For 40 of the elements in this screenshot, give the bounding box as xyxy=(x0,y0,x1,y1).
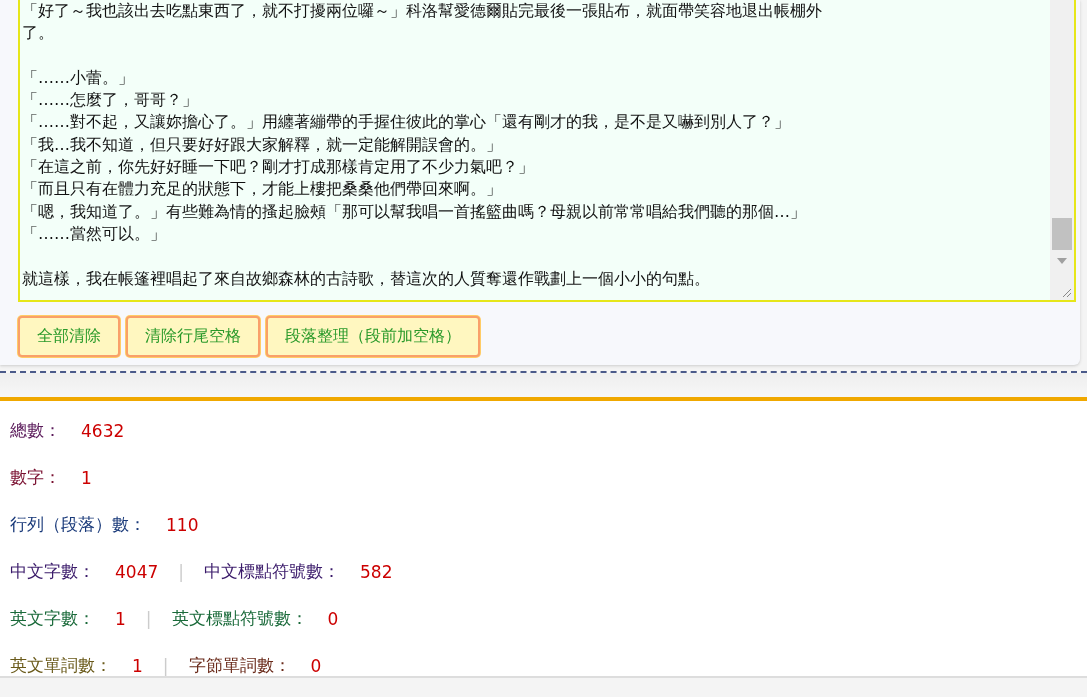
stat-label: 英文字數： xyxy=(10,607,95,630)
stat-value: 1 xyxy=(115,608,126,629)
text-line: 「嗯，我知道了。」有些難為情的搔起臉頰「那可以幫我唱一首搖籃曲嗎？母親以前常常唱給我們聽的那個…」 xyxy=(22,200,807,223)
text-line: 「在這之前，你先好好睡一下吧？剛才打成那樣肯定用了不少力氣吧？」 xyxy=(22,156,535,179)
separator: | xyxy=(145,608,152,629)
stat-label: 總數： xyxy=(10,419,61,442)
separator: | xyxy=(178,561,184,582)
stat-value: 1 xyxy=(81,467,92,488)
stat-value: 110 xyxy=(166,514,199,535)
scrollbar[interactable] xyxy=(1050,0,1074,300)
stat-label: 中文標點符號數： xyxy=(204,560,340,583)
stat-value: 4632 xyxy=(81,420,125,441)
stat-label: 數字： xyxy=(10,466,61,489)
text-area[interactable] xyxy=(18,0,1076,302)
separator: | xyxy=(162,655,169,676)
action-button[interactable]: 全部清除 xyxy=(18,316,120,357)
stat-label: 英文單詞數： xyxy=(10,654,112,677)
text-line: 「好了～我也該出去吃點東西了，就不打擾兩位囉～」科洛幫愛德爾貼完最後一張貼布，就面帶笑容地退出帳棚外 xyxy=(22,0,823,22)
stat-value: 0 xyxy=(310,655,322,676)
stat-label: 字節單詞數： xyxy=(188,654,291,677)
text-line: 「……對不起，又讓妳擔心了。」用纏著繃帶的手握住彼此的掌心「還有剛才的我，是不是又嚇到別人了？」 xyxy=(22,111,791,134)
stat-label: 行列（段落）數： xyxy=(10,513,146,536)
stat-value: 4047 xyxy=(115,561,159,582)
text-line: 就這樣，我在帳篷裡唱起了來自故鄉森林的古詩歌，替這次的人質奪還作戰劃上一個小小的句點。 xyxy=(22,267,711,290)
scrollbar-thumb[interactable] xyxy=(1052,218,1072,250)
stat-label: 英文標點符號數： xyxy=(171,607,308,630)
scroll-down-arrow-icon[interactable] xyxy=(1057,258,1067,264)
stat-value: 582 xyxy=(360,561,393,582)
action-button[interactable]: 清除行尾空格 xyxy=(126,316,260,357)
text-line: 「……當然可以。」 xyxy=(22,222,167,245)
stat-value: 0 xyxy=(327,608,339,629)
stat-label: 中文字數： xyxy=(10,560,95,583)
resize-grip-icon[interactable] xyxy=(1060,286,1072,298)
text-line: 「……怎麼了，哥哥？」 xyxy=(22,89,199,112)
text-line: 「……小蕾。」 xyxy=(22,66,135,89)
text-line: 了。 xyxy=(22,22,55,45)
action-button[interactable]: 段落整理（段前加空格） xyxy=(266,316,480,357)
stat-value: 1 xyxy=(132,655,143,676)
text-line: 「而且只有在體力充足的狀態下，才能上樓把桑桑他們帶回來啊。」 xyxy=(22,178,503,201)
text-line: 「我…我不知道，但只要好好跟大家解釋，就一定能解開誤會的。」 xyxy=(22,133,503,156)
